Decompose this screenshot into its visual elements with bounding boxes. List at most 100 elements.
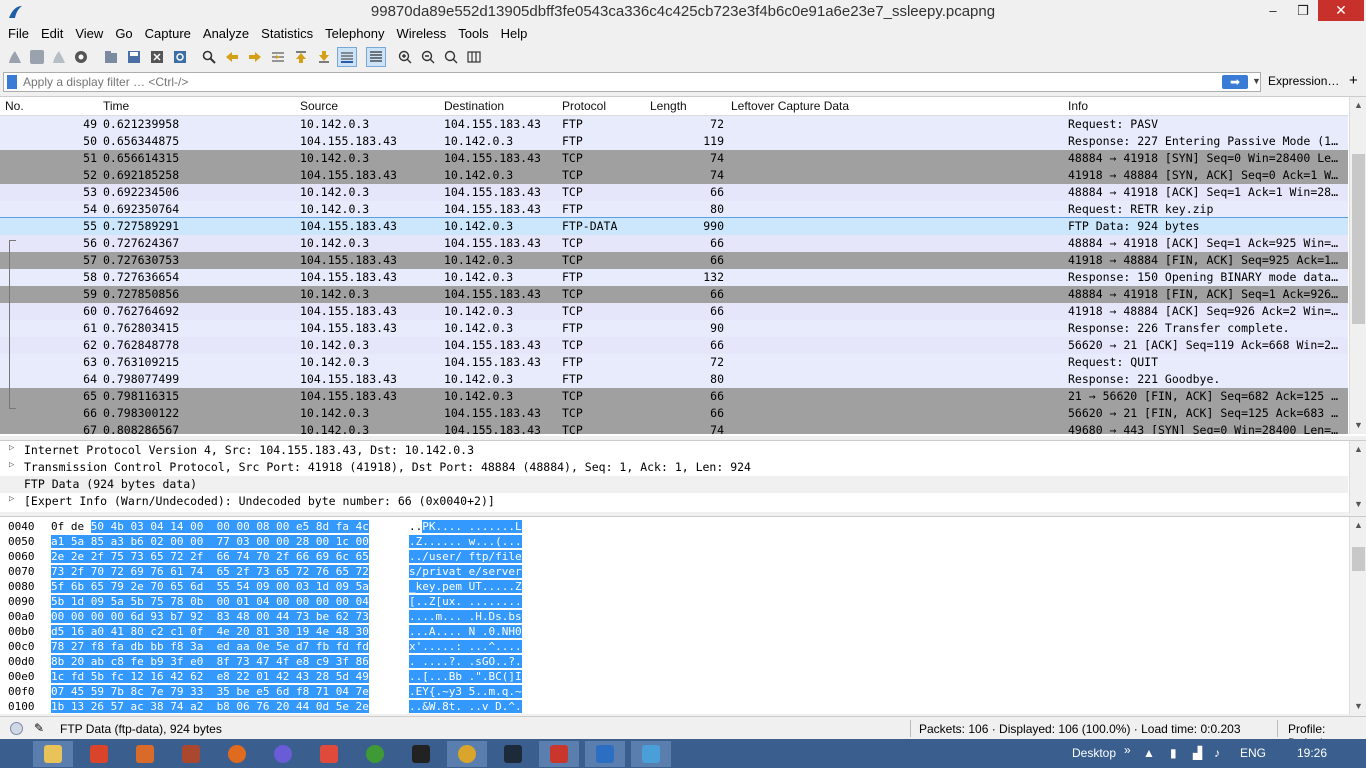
byte-hex[interactable]: 0f de 50 4b 03 04 14 00 00 00 08 00 e5 8…: [51, 519, 371, 534]
expert-info-led-icon[interactable]: [10, 722, 23, 735]
firefox-nightly-icon[interactable]: [263, 741, 303, 767]
column-info[interactable]: Info: [1068, 99, 1088, 113]
file-explorer-icon[interactable]: [33, 741, 73, 767]
column-time[interactable]: Time: [103, 99, 129, 113]
scroll-down-icon[interactable]: ▼: [1350, 496, 1366, 513]
packet-row[interactable]: 60 0.762764692 104.155.183.43 10.142.0.3 TCP…: [0, 303, 1348, 320]
detail-row-ip[interactable]: ▷ Internet Protocol Version 4, Src: 104.…: [0, 442, 1348, 459]
byte-hex[interactable]: d5 16 a0 41 80 c2 c1 0f 4e 20 81 30 19 4…: [51, 624, 371, 639]
chrome-icon[interactable]: [447, 741, 487, 767]
reload-file-icon[interactable]: [170, 47, 190, 67]
auto-scroll-icon[interactable]: [337, 47, 357, 67]
battery-icon[interactable]: ▮: [1170, 746, 1177, 760]
byte-ascii[interactable]: .EY{.~y3 5..m.q.~: [409, 684, 522, 699]
expand-arrow-icon[interactable]: ▷: [9, 494, 14, 504]
office-app-icon[interactable]: [79, 741, 119, 767]
packet-row[interactable]: 58 0.727636654 104.155.183.43 10.142.0.3 FTP…: [0, 269, 1348, 286]
menu-file[interactable]: File: [2, 24, 35, 44]
image-viewer-icon[interactable]: [631, 741, 671, 767]
maximize-button[interactable]: ❒: [1288, 0, 1318, 21]
packet-row[interactable]: 54 0.692350764 10.142.0.3 104.155.183.43 FTP…: [0, 201, 1348, 218]
byte-row[interactable]: 00b0 d5 16 a0 41 80 c2 c1 0f 4e 20 81 30 …: [0, 624, 1348, 639]
packet-row[interactable]: 49 0.621239958 10.142.0.3 104.155.183.43 FTP…: [0, 116, 1348, 133]
network-signal-icon[interactable]: ▟: [1193, 746, 1202, 760]
scroll-thumb[interactable]: [1352, 154, 1365, 324]
filter-history-dropdown-icon[interactable]: ▼: [1252, 76, 1261, 86]
colorize-list-icon[interactable]: [366, 47, 386, 67]
packet-list-scrollbar[interactable]: ▲ ▼: [1349, 97, 1366, 434]
go-first-packet-icon[interactable]: [291, 47, 311, 67]
byte-row[interactable]: 0070 73 2f 70 72 69 76 61 74 65 2f 73 65 …: [0, 564, 1348, 579]
packet-row[interactable]: 62 0.762848778 10.142.0.3 104.155.183.43 TCP…: [0, 337, 1348, 354]
scroll-down-icon[interactable]: ▼: [1350, 417, 1366, 434]
menu-tools[interactable]: Tools: [452, 24, 494, 44]
packet-row[interactable]: 56 0.727624367 10.142.0.3 104.155.183.43 TCP…: [0, 235, 1348, 252]
byte-ascii[interactable]: ...A.... N .0.NH0: [409, 624, 522, 639]
minimize-button[interactable]: –: [1258, 0, 1288, 21]
column-leftover-capture-data[interactable]: Leftover Capture Data: [731, 99, 849, 113]
packet-row[interactable]: 66 0.798300122 10.142.0.3 104.155.183.43 TCP…: [0, 405, 1348, 422]
add-filter-button[interactable]: +: [1349, 72, 1358, 89]
byte-row[interactable]: 0050 a1 5a 85 a3 b6 02 00 00 77 03 00 00 …: [0, 534, 1348, 549]
detail-row-ftp-data[interactable]: FTP Data (924 bytes data): [0, 476, 1348, 493]
normal-size-icon[interactable]: [441, 47, 461, 67]
go-last-packet-icon[interactable]: [314, 47, 334, 67]
display-filter-input[interactable]: [23, 74, 1213, 90]
byte-ascii[interactable]: ....m... .H.Ds.bs: [409, 609, 522, 624]
byte-hex[interactable]: 1b 13 26 57 ac 38 74 a2 b8 06 76 20 44 0…: [51, 699, 371, 714]
byte-row[interactable]: 00a0 00 00 00 00 6d 93 b7 92 83 48 00 44 …: [0, 609, 1348, 624]
expand-arrow-icon[interactable]: ▷: [9, 460, 14, 470]
tray-expand-icon[interactable]: ▲: [1143, 746, 1155, 760]
byte-hex[interactable]: 8b 20 ab c8 fe b9 3f e0 8f 73 47 4f e8 c…: [51, 654, 371, 669]
column-protocol[interactable]: Protocol: [562, 99, 606, 113]
archive-app-icon[interactable]: [171, 741, 211, 767]
menu-help[interactable]: Help: [495, 24, 534, 44]
packet-row[interactable]: 51 0.656614315 10.142.0.3 104.155.183.43 TCP…: [0, 150, 1348, 167]
detail-row-expert-info[interactable]: ▷ [Expert Info (Warn/Undecoded): Undecod…: [0, 493, 1348, 510]
scroll-up-icon[interactable]: ▲: [1350, 441, 1366, 458]
expand-arrow-icon[interactable]: ▷: [9, 443, 14, 453]
filter-bookmark-icon[interactable]: [7, 75, 17, 89]
byte-row[interactable]: 0040 0f de 50 4b 03 04 14 00 00 00 08 00 …: [0, 519, 1348, 534]
column-destination[interactable]: Destination: [444, 99, 504, 113]
packet-row[interactable]: 55 0.727589291 104.155.183.43 10.142.0.3 FTP…: [0, 217, 1348, 236]
capture-options-gear-icon[interactable]: [71, 47, 91, 67]
byte-hex[interactable]: 00 00 00 00 6d 93 b7 92 83 48 00 44 73 b…: [51, 609, 371, 624]
go-forward-arrow-icon[interactable]: [245, 47, 265, 67]
packet-row[interactable]: 65 0.798116315 104.155.183.43 10.142.0.3 TCP…: [0, 388, 1348, 405]
byte-hex[interactable]: 5b 1d 09 5a 5b 75 78 0b 00 01 04 00 00 0…: [51, 594, 371, 609]
byte-ascii[interactable]: ..PK.... .......L: [409, 519, 522, 534]
byte-row[interactable]: 0080 5f 6b 65 79 2e 70 65 6d 55 54 09 00 …: [0, 579, 1348, 594]
byte-row[interactable]: 00d0 8b 20 ab c8 fe b9 3f e0 8f 73 47 4f …: [0, 654, 1348, 669]
inkscape-icon[interactable]: [401, 741, 441, 767]
wireshark-taskbar-icon[interactable]: [585, 741, 625, 767]
packet-row[interactable]: 50 0.656344875 104.155.183.43 10.142.0.3 FTP…: [0, 133, 1348, 150]
menu-wireless[interactable]: Wireless: [390, 24, 452, 44]
pdf-reader-icon[interactable]: [309, 741, 349, 767]
close-button[interactable]: ✕: [1318, 0, 1364, 21]
byte-hex[interactable]: a1 5a 85 a3 b6 02 00 00 77 03 00 00 28 0…: [51, 534, 371, 549]
go-to-packet-icon[interactable]: [268, 47, 288, 67]
byte-row[interactable]: 0100 1b 13 26 57 ac 38 74 a2 b8 06 76 20 …: [0, 699, 1348, 714]
bytes-scrollbar[interactable]: ▲ ▼: [1349, 517, 1366, 715]
byte-hex[interactable]: 73 2f 70 72 69 76 61 74 65 2f 73 65 72 7…: [51, 564, 371, 579]
input-language[interactable]: ENG: [1240, 746, 1266, 760]
byte-hex[interactable]: 1c fd 5b fc 12 16 42 62 e8 22 01 42 43 2…: [51, 669, 371, 684]
packet-row[interactable]: 59 0.727850856 10.142.0.3 104.155.183.43 TCP…: [0, 286, 1348, 303]
save-file-icon[interactable]: [124, 47, 144, 67]
start-capture-icon[interactable]: [5, 47, 25, 67]
byte-ascii[interactable]: x'.....: ...^....: [409, 639, 522, 654]
scroll-thumb[interactable]: [1352, 547, 1365, 571]
column-length[interactable]: Length: [650, 99, 687, 113]
menu-view[interactable]: View: [69, 24, 109, 44]
column-source[interactable]: Source: [300, 99, 338, 113]
byte-ascii[interactable]: .Z...... w...(...: [409, 534, 522, 549]
byte-row[interactable]: 0090 5b 1d 09 5a 5b 75 78 0b 00 01 04 00 …: [0, 594, 1348, 609]
menu-telephony[interactable]: Telephony: [319, 24, 390, 44]
menu-statistics[interactable]: Statistics: [255, 24, 319, 44]
byte-row[interactable]: 00f0 07 45 59 7b 8c 7e 79 33 35 be e5 6d …: [0, 684, 1348, 699]
byte-ascii[interactable]: [..Z[ux. ........: [409, 594, 522, 609]
detail-row-tcp[interactable]: ▷ Transmission Control Protocol, Src Por…: [0, 459, 1348, 476]
desktop-toolbar-label[interactable]: Desktop: [1072, 746, 1116, 760]
details-scrollbar[interactable]: ▲ ▼: [1349, 441, 1366, 513]
